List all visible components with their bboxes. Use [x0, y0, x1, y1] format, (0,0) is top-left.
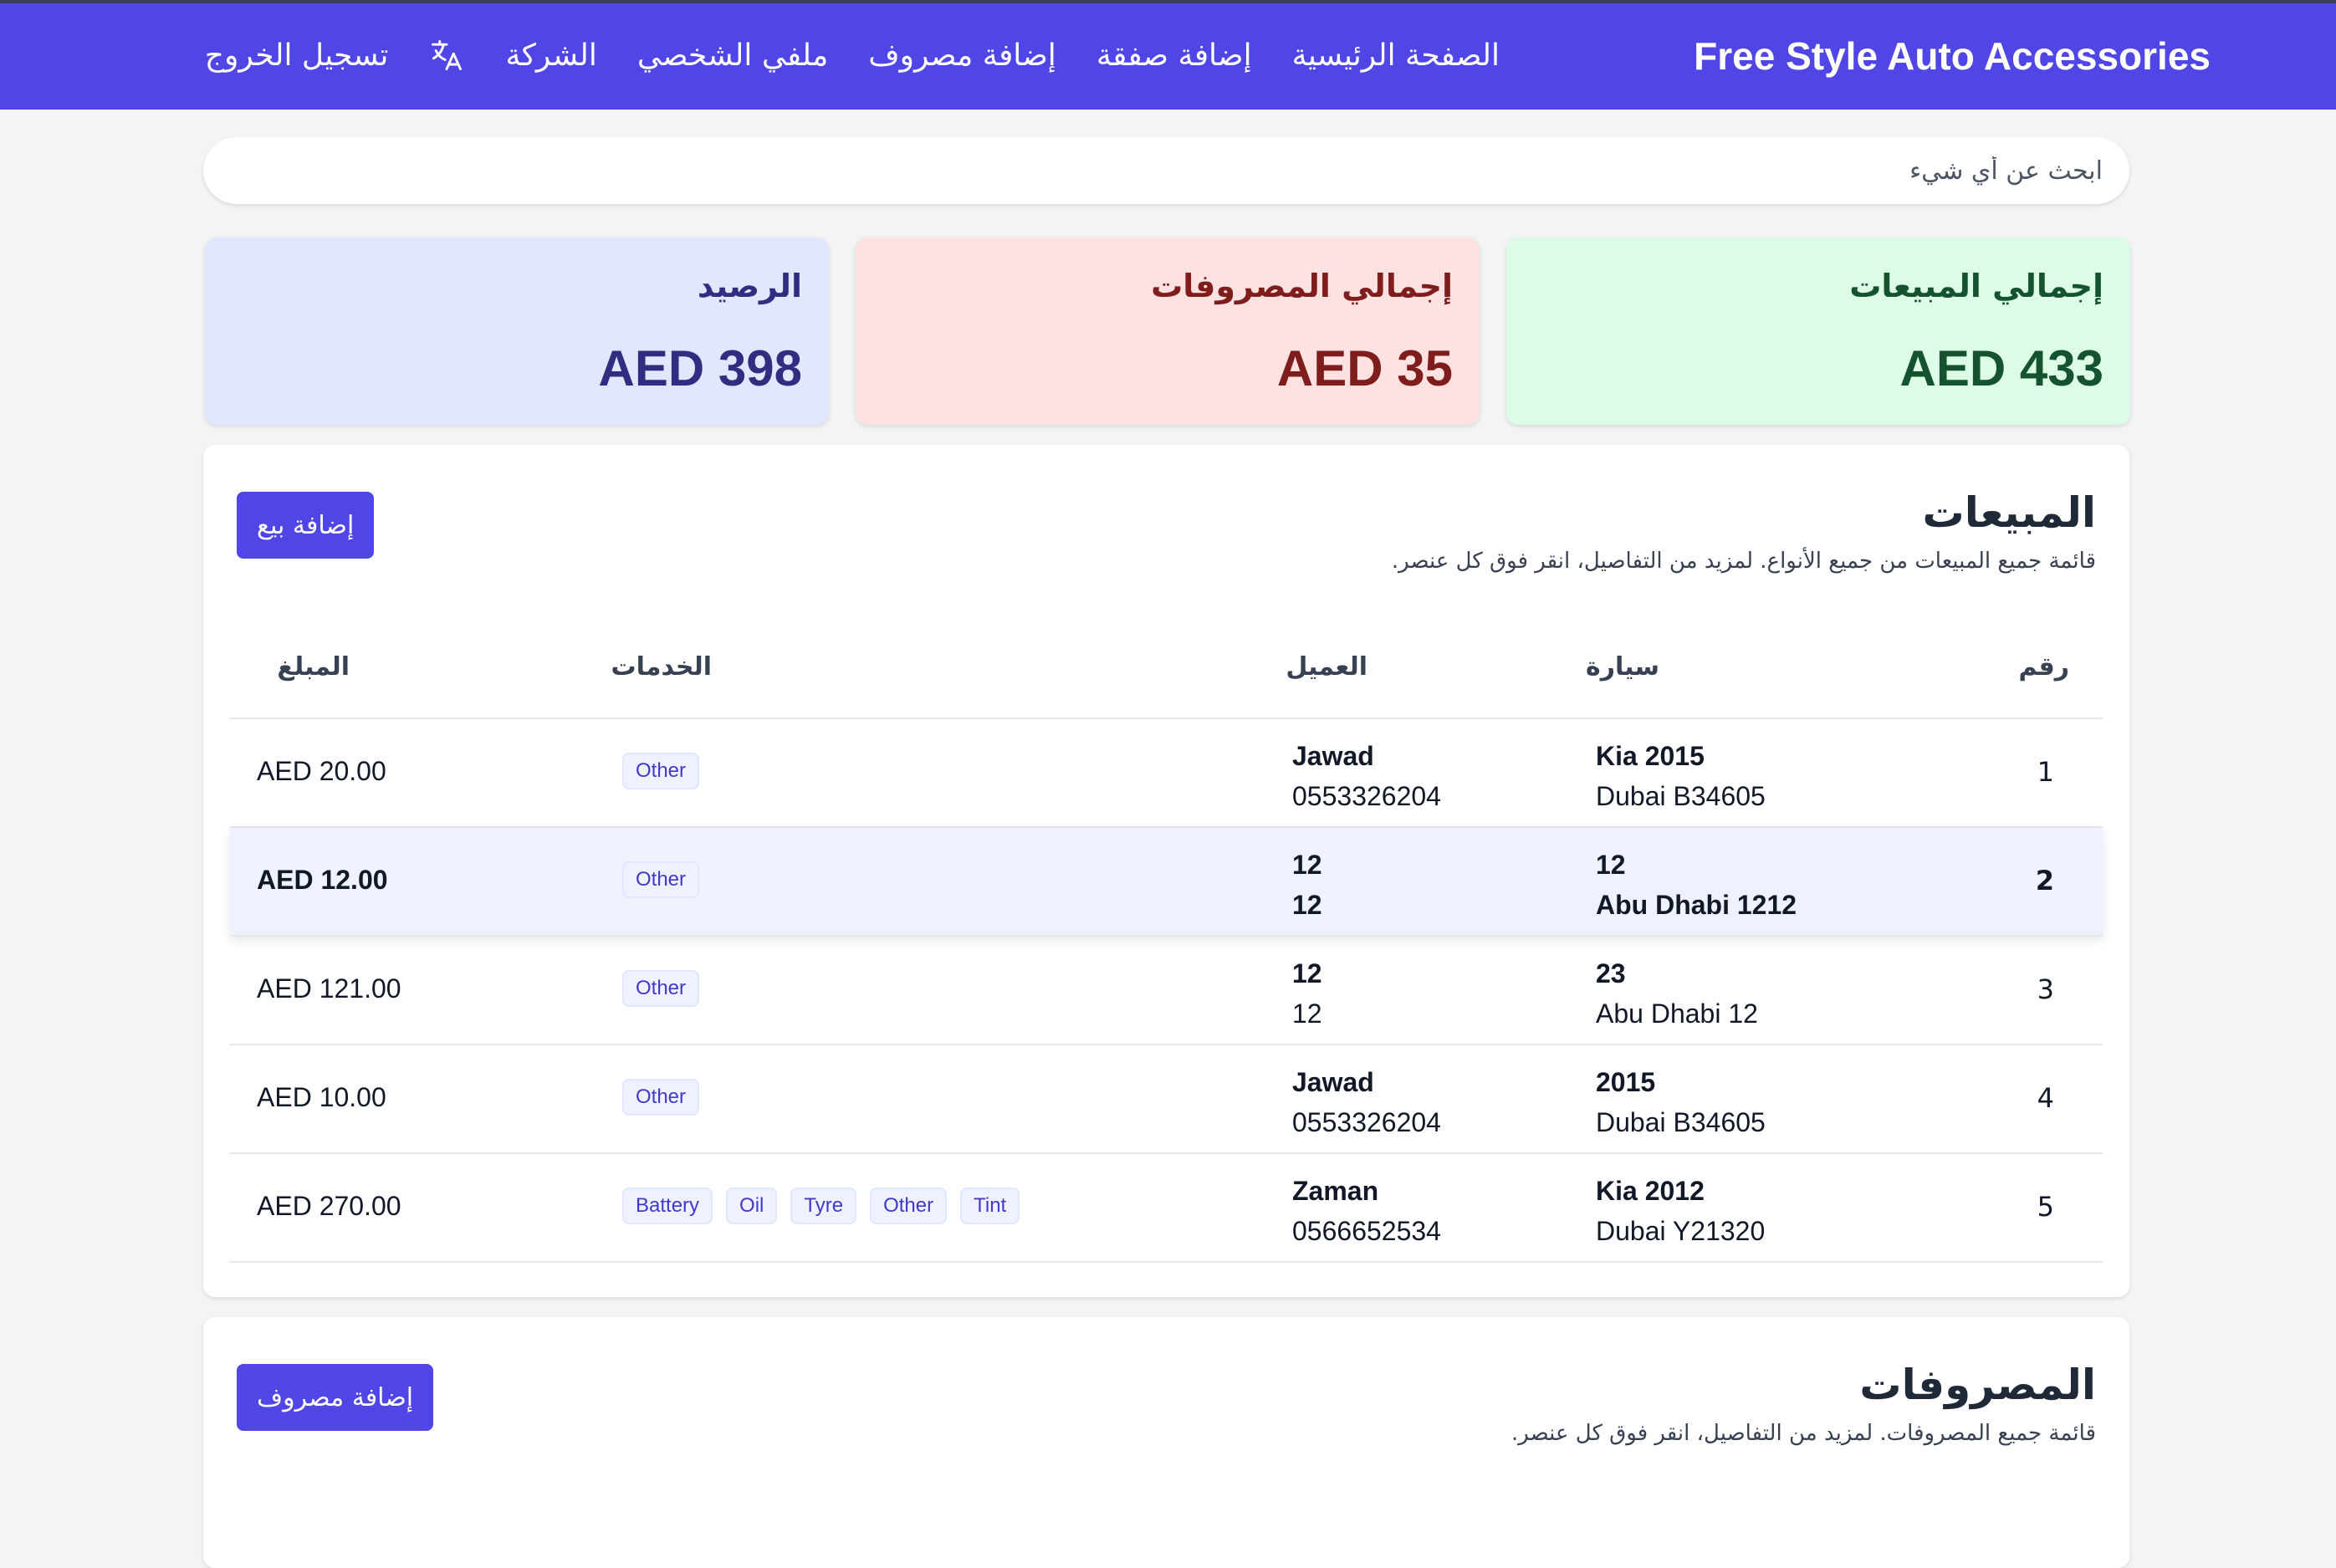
balance-value: AED 398: [598, 340, 802, 396]
customer-phone: 0553326204: [1292, 781, 1441, 811]
service-badge: Other: [870, 1187, 948, 1224]
column-header-amount: المبلغ: [277, 652, 350, 682]
column-header-customer: العميل: [1286, 652, 1367, 682]
cell-customer: Jawad 0553326204: [1292, 1062, 1441, 1142]
service-badge: Tint: [960, 1187, 1020, 1224]
cell-number: 4: [2037, 1082, 2054, 1114]
car-name: 23: [1596, 958, 1626, 988]
car-name: 12: [1596, 850, 1626, 880]
customer-name: 12: [1292, 958, 1322, 988]
customer-phone: 12: [1292, 999, 1322, 1029]
total-expenses-card: إجمالي المصروفات AED 35: [856, 237, 1480, 425]
car-name: 2015: [1596, 1067, 1656, 1097]
column-header-number: رقم: [2018, 652, 2069, 682]
brand-name[interactable]: Free Style Auto Accessories: [1694, 33, 2211, 79]
cell-amount: AED 270.00: [257, 1191, 401, 1221]
cell-number: 3: [2037, 973, 2054, 1005]
customer-name: Zaman: [1292, 1176, 1379, 1206]
total-sales-card: إجمالي المبيعات AED 433: [1506, 237, 2130, 425]
nav-link-logout[interactable]: تسجيل الخروج: [205, 38, 389, 73]
service-badge: Oil: [726, 1187, 778, 1224]
total-expenses-title: إجمالي المصروفات: [1151, 268, 1453, 304]
service-badge: Tyre: [790, 1187, 857, 1224]
table-row[interactable]: 4 2015 Dubai B34605 Jawad 0553326204 Oth…: [230, 1045, 2103, 1154]
cell-car: Kia 2015 Dubai B34605: [1596, 736, 1766, 816]
column-header-services: الخدمات: [611, 652, 712, 682]
cell-services: Other: [622, 753, 700, 789]
column-header-car: سيارة: [1586, 652, 1659, 682]
cell-car: Kia 2012 Dubai Y21320: [1596, 1171, 1765, 1251]
cell-services: Battery Oil Tyre Other Tint: [622, 1187, 1020, 1224]
cell-car: 12 Abu Dhabi 1212: [1596, 845, 1797, 925]
expenses-title: المصروفات: [1859, 1361, 2096, 1409]
customer-name: Jawad: [1292, 741, 1374, 771]
car-plate: Dubai B34605: [1596, 1107, 1766, 1137]
car-name: Kia 2015: [1596, 741, 1705, 771]
balance-title: الرصيد: [697, 268, 802, 304]
add-sale-button[interactable]: إضافة بيع: [237, 492, 375, 559]
table-row[interactable]: 1 Kia 2015 Dubai B34605 Jawad 0553326204…: [230, 719, 2103, 828]
balance-card: الرصيد AED 398: [205, 237, 829, 425]
cell-amount: AED 20.00: [257, 756, 386, 786]
customer-phone: 0553326204: [1292, 1107, 1441, 1137]
cell-amount: AED 10.00: [257, 1082, 386, 1112]
cell-car: 23 Abu Dhabi 12: [1596, 953, 1758, 1034]
nav-link-company[interactable]: الشركة: [505, 38, 596, 73]
total-sales-value: AED 433: [1899, 340, 2103, 396]
table-row[interactable]: 2 12 Abu Dhabi 1212 12 12 Other AED 12.0…: [230, 828, 2103, 937]
add-expense-button[interactable]: إضافة مصروف: [237, 1364, 434, 1431]
nav-link-home[interactable]: الصفحة الرئيسية: [1292, 38, 1500, 73]
cell-amount: AED 12.00: [257, 865, 388, 895]
table-body: 1 Kia 2015 Dubai B34605 Jawad 0553326204…: [230, 719, 2103, 1263]
total-sales-title: إجمالي المبيعات: [1849, 268, 2103, 304]
cell-services: Other: [622, 1079, 700, 1116]
cell-customer: 12 12: [1292, 953, 1322, 1034]
cell-amount: AED 121.00: [257, 973, 401, 1004]
translate-icon[interactable]: [428, 37, 465, 74]
service-badge: Other: [622, 1079, 700, 1116]
cell-services: Other: [622, 861, 700, 898]
search-bar: [203, 137, 2129, 204]
nav-link-add-deal[interactable]: إضافة صفقة: [1096, 38, 1252, 73]
sales-title: المبيعات: [1922, 488, 2097, 537]
sales-subtitle: قائمة جميع المبيعات من جميع الأنواع. لمز…: [1391, 549, 2096, 574]
total-expenses-value: AED 35: [1276, 340, 1453, 396]
cell-number: 1: [2037, 756, 2054, 788]
cell-customer: Jawad 0553326204: [1292, 736, 1441, 816]
table-row[interactable]: 3 23 Abu Dhabi 12 12 12 Other AED 121.00: [230, 937, 2103, 1045]
cell-number: 5: [2037, 1191, 2054, 1223]
car-plate: Dubai B34605: [1596, 781, 1766, 811]
car-plate: Abu Dhabi 1212: [1596, 890, 1797, 920]
sales-panel: المبيعات قائمة جميع المبيعات من جميع الأ…: [203, 445, 2129, 1297]
car-plate: Abu Dhabi 12: [1596, 999, 1758, 1029]
service-badge: Other: [622, 861, 700, 898]
service-badge: Other: [622, 753, 700, 789]
nav-link-add-expense[interactable]: إضافة مصروف: [868, 38, 1056, 73]
cell-number: 2: [2035, 865, 2054, 896]
expenses-subtitle: قائمة جميع المصروفات. لمزيد من التفاصيل،…: [1511, 1421, 2096, 1446]
cell-customer: 12 12: [1292, 845, 1322, 925]
sales-table: رقم سيارة العميل الخدمات المبلغ 1 Kia 20…: [230, 621, 2103, 1263]
table-row[interactable]: 5 Kia 2012 Dubai Y21320 Zaman 0566652534…: [230, 1154, 2103, 1263]
car-plate: Dubai Y21320: [1596, 1216, 1766, 1246]
customer-name: 12: [1292, 850, 1322, 880]
cell-services: Other: [622, 970, 700, 1007]
service-badge: Other: [622, 970, 700, 1007]
customer-phone: 12: [1292, 890, 1322, 920]
search-input[interactable]: [230, 156, 2103, 186]
customer-name: Jawad: [1292, 1067, 1374, 1097]
expenses-panel: المصروفات قائمة جميع المصروفات. لمزيد من…: [203, 1317, 2129, 1568]
car-name: Kia 2012: [1596, 1176, 1705, 1206]
nav-link-profile[interactable]: ملفي الشخصي: [637, 38, 828, 73]
cell-car: 2015 Dubai B34605: [1596, 1062, 1766, 1142]
nav-links: الصفحة الرئيسية إضافة صفقة إضافة مصروف م…: [159, 37, 1500, 74]
cell-customer: Zaman 0566652534: [1292, 1171, 1441, 1251]
service-badge: Battery: [622, 1187, 713, 1224]
customer-phone: 0566652534: [1292, 1216, 1441, 1246]
table-header: رقم سيارة العميل الخدمات المبلغ: [230, 621, 2103, 719]
top-navbar: Free Style Auto Accessories الصفحة الرئي…: [0, 0, 2336, 110]
